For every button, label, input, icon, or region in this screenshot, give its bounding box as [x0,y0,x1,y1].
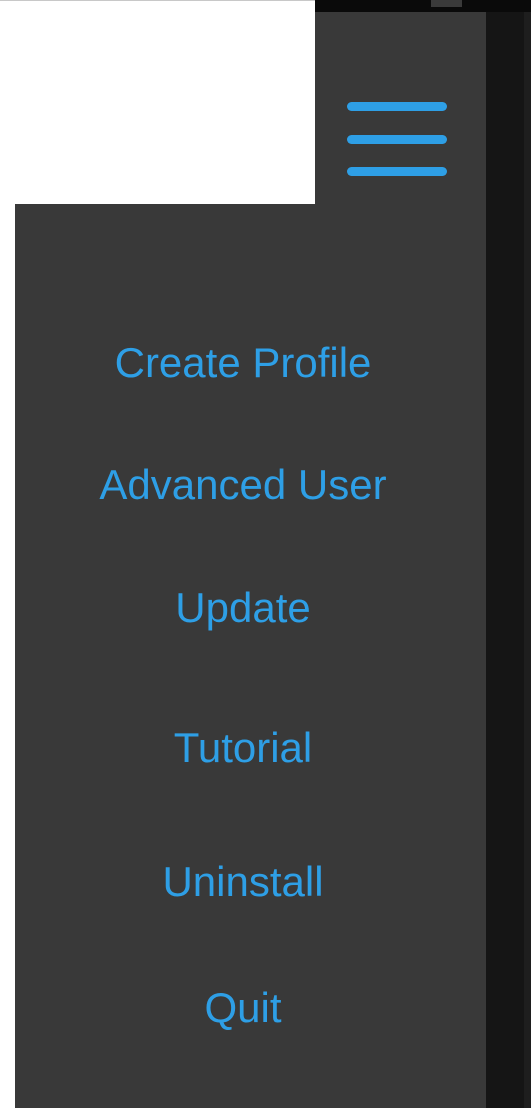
app-window: Create Profile Advanced User Update Tuto… [0,0,531,1108]
hamburger-menu-icon[interactable] [345,98,449,182]
menu-item-create-profile[interactable]: Create Profile [15,331,471,395]
logo-placeholder [15,4,315,204]
top-dark-strip [315,0,531,12]
menu-item-quit[interactable]: Quit [15,976,471,1040]
menu-item-tutorial[interactable]: Tutorial [15,716,471,780]
hamburger-bar-middle [347,135,447,144]
menu-item-update[interactable]: Update [15,576,471,640]
hamburger-bar-bottom [347,167,447,176]
right-gutter-edge [524,12,531,1108]
menu-item-advanced-user[interactable]: Advanced User [15,453,471,517]
hamburger-bar-top [347,102,447,111]
menu-item-uninstall[interactable]: Uninstall [15,850,471,914]
top-notch [431,0,462,7]
